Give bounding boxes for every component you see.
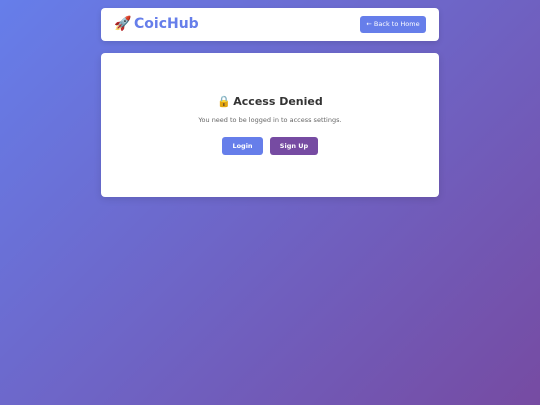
top-header: 🚀 CoicHub ← Back to Home xyxy=(101,8,439,41)
lock-icon: 🔒 xyxy=(217,95,231,108)
access-message: You need to be logged in to access setti… xyxy=(198,116,342,124)
access-denied-card: 🔒 Access Denied You need to be logged in… xyxy=(101,53,439,197)
rocket-icon: 🚀 xyxy=(114,16,132,32)
sign-up-button[interactable]: Sign Up xyxy=(270,137,318,155)
title-row: 🔒 Access Denied xyxy=(101,95,439,109)
login-button[interactable]: Login xyxy=(222,137,263,155)
page-title: Access Denied xyxy=(233,95,323,108)
auth-actions: Login Sign Up xyxy=(101,137,439,155)
back-to-home-button[interactable]: ← Back to Home xyxy=(360,16,426,33)
brand[interactable]: 🚀 CoicHub xyxy=(114,15,199,33)
brand-name: CoicHub xyxy=(134,16,199,32)
